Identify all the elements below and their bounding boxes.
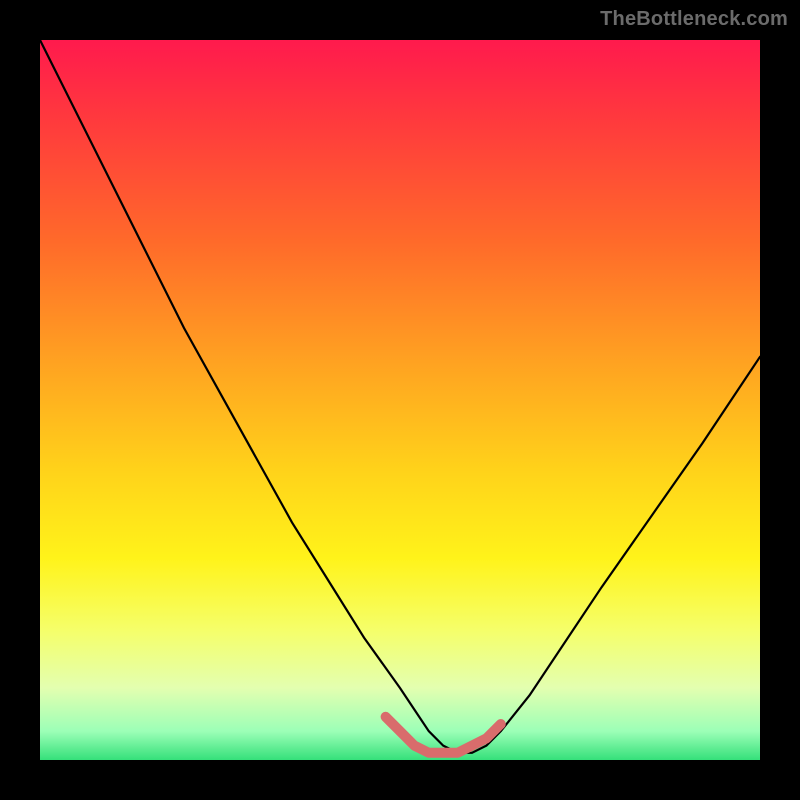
bottleneck-curve bbox=[40, 40, 760, 753]
chart-svg bbox=[40, 40, 760, 760]
watermark-text: TheBottleneck.com bbox=[600, 8, 788, 31]
plot-area bbox=[40, 40, 760, 760]
chart-frame: TheBottleneck.com bbox=[0, 0, 800, 800]
